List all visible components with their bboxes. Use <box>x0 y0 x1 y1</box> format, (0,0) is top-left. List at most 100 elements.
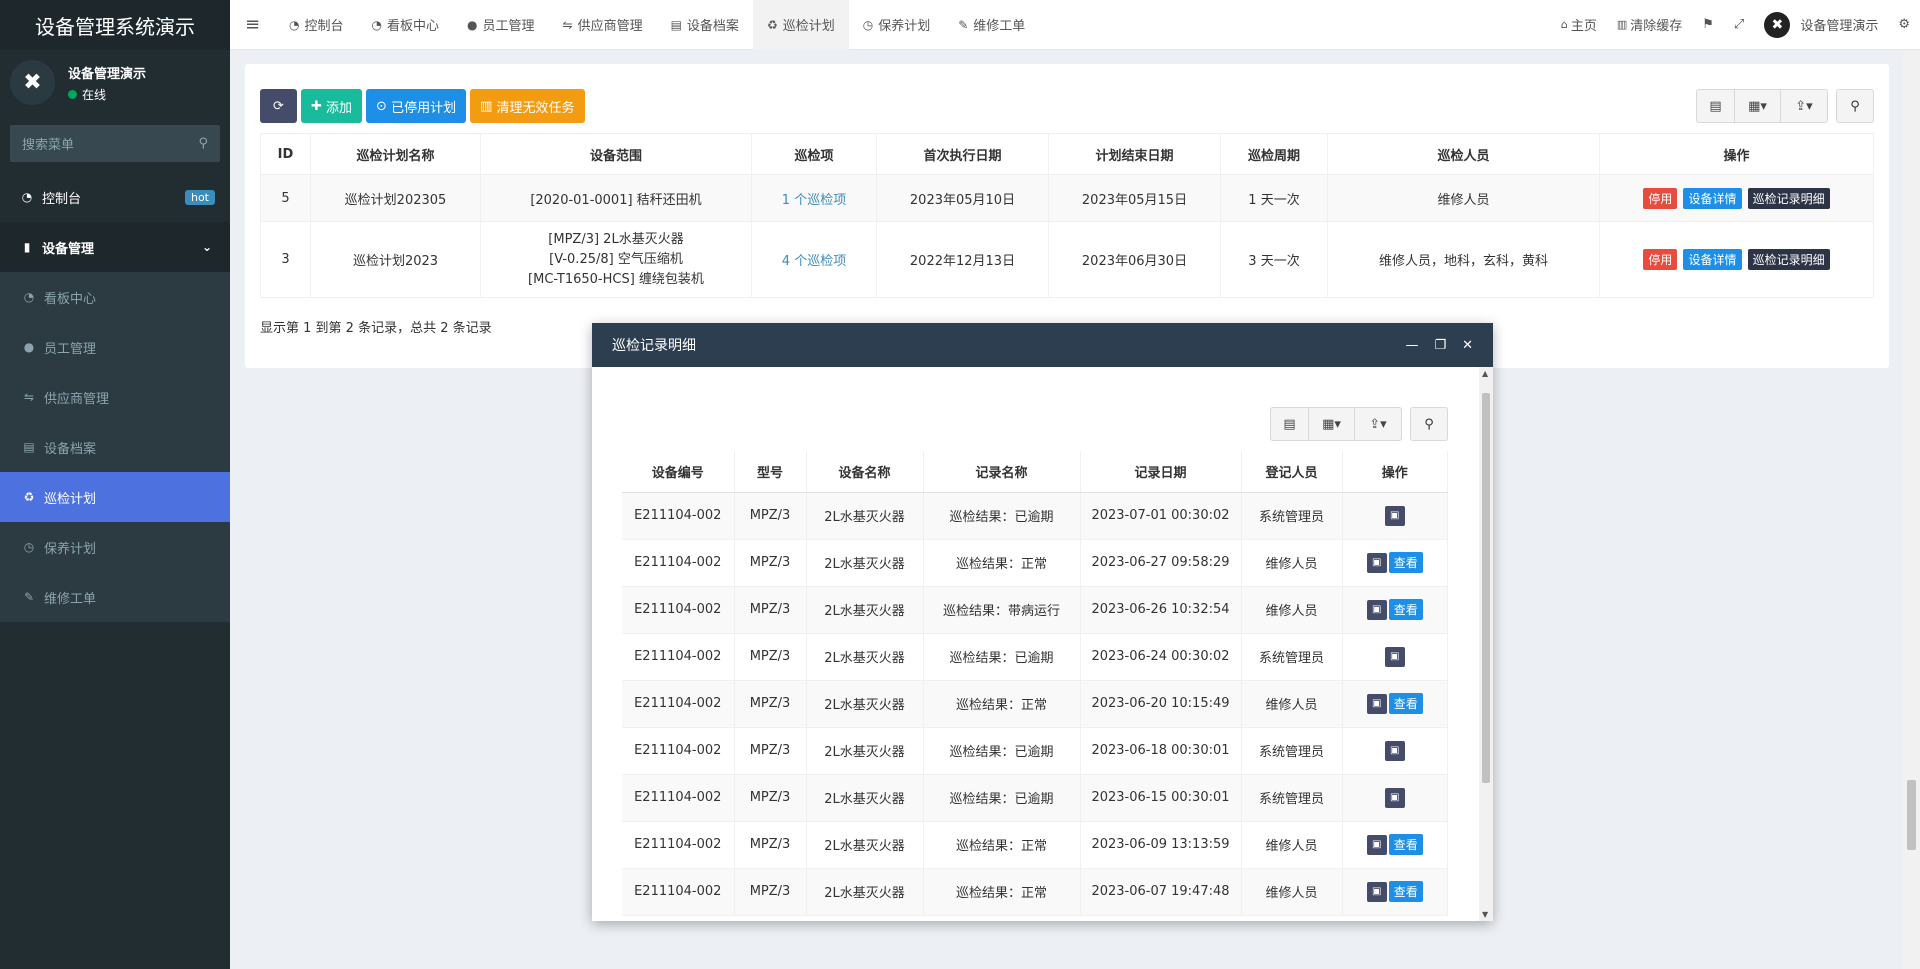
detail-icon[interactable]: ▣ <box>1384 505 1405 526</box>
col-record-name[interactable]: 记录名称 <box>923 451 1081 493</box>
sidebar-item-device-archive[interactable]: ▤ 设备档案 <box>0 422 230 472</box>
tab-board[interactable]: ◔ 看板中心 <box>358 0 454 50</box>
col-name[interactable]: 巡检计划名称 <box>310 133 481 175</box>
col-record-date[interactable]: 记录日期 <box>1080 451 1242 493</box>
col-device-name[interactable]: 设备名称 <box>806 451 924 493</box>
device-detail-button[interactable]: 设备详情 <box>1683 187 1742 209</box>
user-icon: ● <box>23 340 35 354</box>
table-search-button[interactable]: ⚲ <box>1836 89 1874 123</box>
col-device-code[interactable]: 设备编号 <box>622 451 735 493</box>
tab-dashboard[interactable]: ◔ 控制台 <box>275 0 358 50</box>
detail-icon[interactable]: ▣ <box>1384 787 1405 808</box>
translate-button[interactable]: ⚑ <box>1692 0 1724 50</box>
tab-maintenance-plan[interactable]: ◷ 保养计划 <box>849 0 945 50</box>
clear-cache-button[interactable]: ▥ 清除缓存 <box>1607 0 1692 50</box>
toggle-view-button[interactable]: ▤ <box>1271 408 1309 440</box>
col-end-date[interactable]: 计划结束日期 <box>1048 133 1221 175</box>
search-icon[interactable]: ⚲ <box>198 136 208 151</box>
col-id[interactable]: ID <box>260 133 311 175</box>
disable-button[interactable]: 停用 <box>1643 249 1678 270</box>
top-navbar: ≡ ◔ 控制台 ◔ 看板中心 ● 员工管理 ⇋ 供应商管理 ▤ 设备档案 ♻ 巡检计划 ◷ 保… <box>230 0 1920 50</box>
detail-icon[interactable]: ▣ <box>1366 834 1387 855</box>
dashboard-icon: ◔ <box>289 17 300 32</box>
cell-record-date: 2023-06-09 13:13:59 <box>1080 821 1242 869</box>
page-scrollbar[interactable] <box>1903 50 1920 969</box>
minimize-icon[interactable]: — <box>1405 338 1418 353</box>
tab-label: 控制台 <box>304 19 344 34</box>
close-icon[interactable]: ✕ <box>1462 338 1473 353</box>
sidebar-item-employees[interactable]: ● 员工管理 <box>0 322 230 372</box>
tab-repair-orders[interactable]: ✎ 维修工单 <box>944 0 1039 50</box>
tab-suppliers[interactable]: ⇋ 供应商管理 <box>549 0 657 50</box>
menu-toggle-icon[interactable]: ≡ <box>230 14 275 35</box>
col-model[interactable]: 型号 <box>734 451 807 493</box>
items-link[interactable]: 4 个巡检项 <box>782 254 846 269</box>
view-button[interactable]: 查看 <box>1388 693 1423 714</box>
items-link[interactable]: 1 个巡检项 <box>782 193 846 208</box>
view-button[interactable]: 查看 <box>1388 834 1423 855</box>
export-button[interactable]: ⇪▾ <box>1355 408 1401 440</box>
sidebar-item-maintenance-plan[interactable]: ◷ 保养计划 <box>0 522 230 572</box>
refresh-button[interactable]: ⟳ <box>260 89 297 123</box>
col-actions: 操作 <box>1599 133 1874 175</box>
sidebar-item-board[interactable]: ◔ 看板中心 <box>0 272 230 322</box>
scroll-up-icon[interactable]: ▲ <box>1482 369 1488 378</box>
view-button[interactable]: 查看 <box>1388 881 1423 902</box>
clear-invalid-button[interactable]: ▥ 清理无效任务 <box>470 89 585 123</box>
cell-device-code: E211104-002 <box>622 680 735 728</box>
scroll-thumb[interactable] <box>1482 393 1490 783</box>
modal-scrollbar[interactable]: ▲ ▼ <box>1479 367 1493 921</box>
sidebar-item-dashboard[interactable]: ◔ 控制台 hot <box>0 172 230 222</box>
col-registrar[interactable]: 登记人员 <box>1241 451 1343 493</box>
clear-invalid-label: 清理无效任务 <box>496 100 575 116</box>
brand-title[interactable]: 设备管理系统演示 <box>0 0 230 50</box>
sidebar-item-device-management[interactable]: ▮ 设备管理 ⌄ <box>0 222 230 272</box>
sidebar-item-inspection-plan[interactable]: ♻ 巡检计划 <box>0 472 230 522</box>
detail-icon[interactable]: ▣ <box>1366 599 1387 620</box>
detail-icon[interactable]: ▣ <box>1384 740 1405 761</box>
tab-employees[interactable]: ● 员工管理 <box>453 0 549 50</box>
home-link[interactable]: ⌂ 主页 <box>1551 0 1607 50</box>
detail-icon[interactable]: ▣ <box>1366 693 1387 714</box>
cell-actions: ▣ 查看 <box>1342 586 1448 634</box>
cell-device-name: 2L水基灭火器 <box>806 821 924 869</box>
columns-button[interactable]: ▦▾ <box>1309 408 1355 440</box>
col-staff[interactable]: 巡检人员 <box>1327 133 1600 175</box>
records-button[interactable]: 巡检记录明细 <box>1747 187 1830 209</box>
search-input[interactable]: 搜索菜单 ⚲ <box>10 125 220 162</box>
export-button[interactable]: ⇪▾ <box>1781 90 1827 122</box>
col-cycle[interactable]: 巡检周期 <box>1220 133 1328 175</box>
records-button[interactable]: 巡检记录明细 <box>1747 249 1830 270</box>
view-button[interactable]: 查看 <box>1388 552 1423 573</box>
detail-icon[interactable]: ▣ <box>1366 552 1387 573</box>
tab-inspection-plan[interactable]: ♻ 巡检计划 <box>752 0 849 50</box>
device-detail-button[interactable]: 设备详情 <box>1683 249 1742 270</box>
col-scope[interactable]: 设备范围 <box>480 133 752 175</box>
handshake-icon: ⇋ <box>23 390 35 404</box>
cell-model: MPZ/3 <box>734 868 807 916</box>
col-first-date[interactable]: 首次执行日期 <box>876 133 1049 175</box>
disabled-plans-button[interactable]: ⊙ 已停用计划 <box>366 89 467 123</box>
columns-button[interactable]: ▦▾ <box>1735 90 1781 122</box>
scroll-down-icon[interactable]: ▼ <box>1482 910 1488 919</box>
add-button[interactable]: ✚ 添加 <box>301 89 363 123</box>
maximize-icon[interactable]: ❐ <box>1434 338 1446 353</box>
col-items[interactable]: 巡检项 <box>751 133 877 175</box>
disable-button[interactable]: 停用 <box>1643 187 1678 209</box>
detail-icon[interactable]: ▣ <box>1384 646 1405 667</box>
user-menu[interactable]: ✖ 设备管理演示 <box>1754 0 1888 50</box>
settings-button[interactable]: ⚙ <box>1888 0 1920 50</box>
detail-icon[interactable]: ▣ <box>1366 881 1387 902</box>
cell-device-code: E211104-002 <box>622 868 735 916</box>
table-row: 5 巡检计划202305 [2020-01-0001] 秸秆还田机 1 个巡检项… <box>260 174 1874 222</box>
fullscreen-button[interactable]: ⤢ <box>1724 0 1754 50</box>
modal-search-button[interactable]: ⚲ <box>1410 407 1448 441</box>
modal-header[interactable]: 巡检记录明细 — ❐ ✕ <box>592 323 1493 367</box>
page-scroll-thumb[interactable] <box>1907 780 1916 850</box>
sidebar-item-repair-orders[interactable]: ✎ 维修工单 <box>0 572 230 622</box>
tab-label: 员工管理 <box>482 19 535 34</box>
view-button[interactable]: 查看 <box>1388 599 1423 620</box>
tab-device-archive[interactable]: ▤ 设备档案 <box>657 0 753 50</box>
sidebar-item-suppliers[interactable]: ⇋ 供应商管理 <box>0 372 230 422</box>
toggle-view-button[interactable]: ▤ <box>1697 90 1735 122</box>
